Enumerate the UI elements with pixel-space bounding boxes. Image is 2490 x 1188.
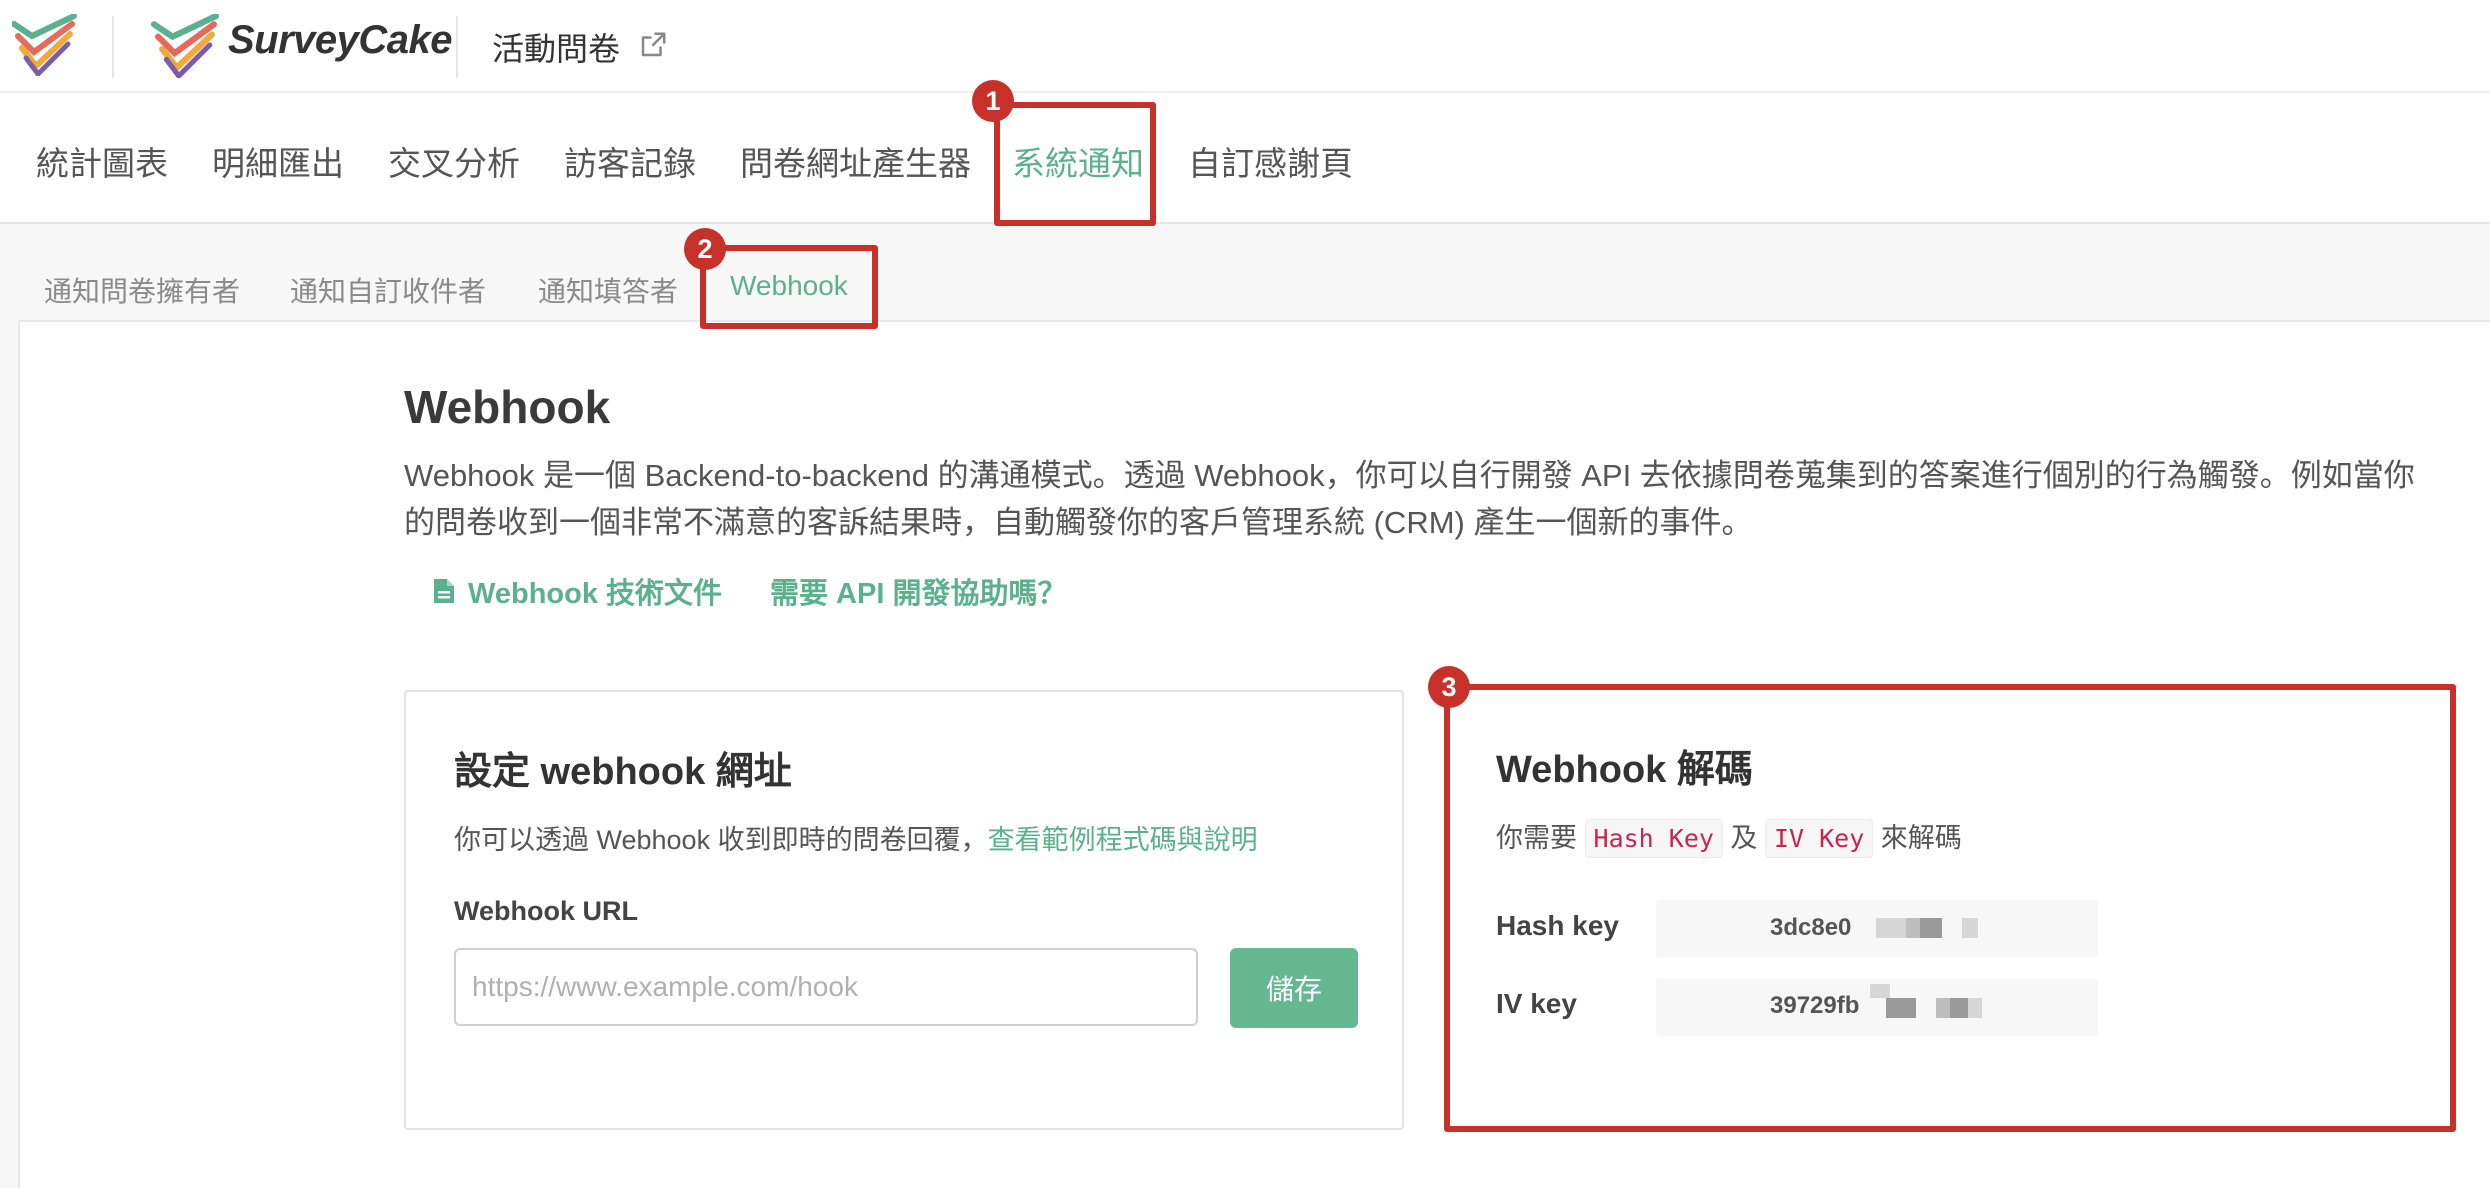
tab-visitor-log[interactable]: 訪客記錄 — [564, 137, 696, 185]
brand-name[interactable]: SurveyCake — [228, 18, 453, 63]
tab-statistics[interactable]: 統計圖表 — [36, 137, 168, 185]
header-divider — [456, 16, 458, 78]
subtab-notify-custom-recipients[interactable]: 通知自訂收件者 — [290, 270, 486, 310]
sample-code-link[interactable]: 查看範例程式碼與說明 — [988, 825, 1258, 855]
page-title: Webhook — [404, 381, 611, 433]
webhook-docs-link-label[interactable]: Webhook 技術文件 — [468, 570, 722, 612]
top-header: SurveyCake 活動問卷 — [0, 0, 2490, 93]
api-help-link[interactable]: 需要 API 開發協助嗎？ — [770, 570, 1066, 612]
survey-title: 活動問卷 — [492, 31, 621, 67]
webhook-docs-link[interactable]: Webhook 技術文件 — [432, 570, 722, 612]
header-divider — [112, 16, 114, 78]
annotation-box-1 — [994, 102, 1156, 226]
tab-custom-thanks-page[interactable]: 自訂感謝頁 — [1188, 137, 1353, 185]
webhook-description: Webhook 是一個 Backend-to-backend 的溝通模式。透過 … — [404, 458, 2415, 540]
surveycake-logo-icon[interactable] — [12, 14, 78, 76]
subtab-notify-owner[interactable]: 通知問卷擁有者 — [44, 270, 240, 310]
annotation-badge-1: 1 — [972, 80, 1014, 122]
brand-logo-icon[interactable] — [150, 14, 222, 78]
tab-details-export[interactable]: 明細匯出 — [212, 137, 344, 185]
webhook-url-card-title: 設定 webhook 網址 — [454, 751, 792, 793]
webhook-url-card-subtitle: 你可以透過 Webhook 收到即時的問卷回覆，查看範例程式碼與說明 — [454, 818, 1258, 857]
webhook-url-card: 設定 webhook 網址 你可以透過 Webhook 收到即時的問卷回覆，查看… — [404, 690, 1404, 1130]
annotation-badge-2: 2 — [684, 228, 726, 270]
webhook-url-input[interactable] — [454, 948, 1198, 1026]
save-button[interactable]: 儲存 — [1230, 948, 1358, 1028]
tab-url-generator[interactable]: 問卷網址產生器 — [740, 137, 971, 185]
annotation-box-3 — [1444, 684, 2456, 1132]
main-tab-bar: 統計圖表 明細匯出 交叉分析 訪客記錄 問卷網址產生器 系統通知 自訂感謝頁 — [0, 93, 2490, 224]
annotation-box-2 — [700, 245, 878, 329]
webhook-url-label: Webhook URL — [454, 896, 638, 926]
subtitle-text: 你可以透過 Webhook 收到即時的問卷回覆， — [454, 825, 988, 855]
document-icon — [434, 579, 454, 603]
tab-cross-analysis[interactable]: 交叉分析 — [388, 137, 520, 185]
subtab-notify-respondents[interactable]: 通知填答者 — [538, 270, 678, 310]
annotation-badge-3: 3 — [1428, 666, 1470, 708]
external-link-icon[interactable] — [638, 30, 668, 60]
